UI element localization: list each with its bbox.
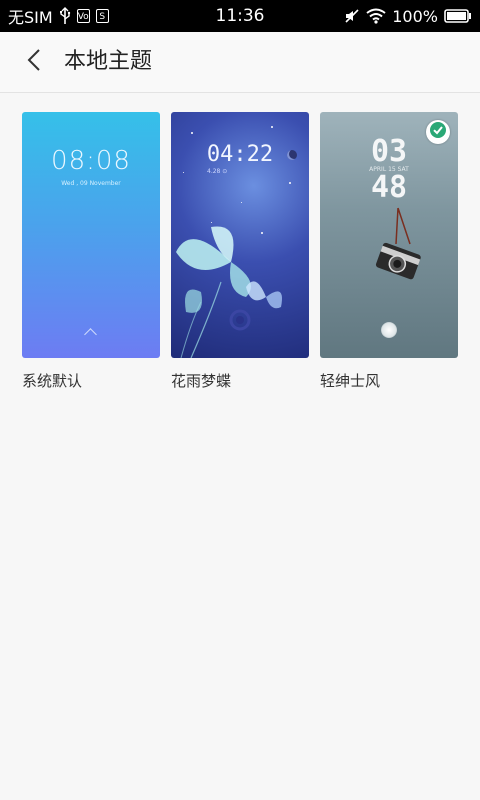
battery-icon bbox=[444, 8, 472, 24]
selected-badge bbox=[426, 120, 450, 144]
theme-card-flower[interactable]: 04:22 4.28 ⊙ 花雨梦蝶 bbox=[171, 112, 309, 390]
theme-label: 轻绅士风 bbox=[320, 372, 381, 390]
preview-clock: 08:08 bbox=[51, 146, 131, 176]
theme-thumbnail[interactable]: 03 APRIL 15 SAT 48 bbox=[320, 112, 458, 358]
mute-icon bbox=[344, 8, 360, 24]
page-title: 本地主题 bbox=[64, 49, 153, 74]
unlock-indicator bbox=[381, 322, 397, 338]
status-bar: 无SIM Vo S 11:36 100% bbox=[0, 0, 480, 32]
check-icon bbox=[430, 122, 446, 142]
theme-label: 花雨梦蝶 bbox=[171, 372, 232, 390]
theme-thumbnail[interactable]: 08:08 Wed , 09 November bbox=[22, 112, 160, 358]
theme-thumbnail[interactable]: 04:22 4.28 ⊙ bbox=[171, 112, 309, 358]
flower-illustration bbox=[176, 226, 282, 358]
theme-card-gentleman[interactable]: 03 APRIL 15 SAT 48 轻绅士风 bbox=[320, 112, 458, 390]
back-button[interactable] bbox=[16, 44, 52, 80]
theme-card-default[interactable]: 08:08 Wed , 09 November 系统默认 bbox=[22, 112, 160, 390]
wifi-icon bbox=[366, 8, 386, 24]
battery-percent: 100% bbox=[392, 6, 438, 26]
preview-date: Wed , 09 November bbox=[61, 180, 121, 187]
theme-label: 系统默认 bbox=[22, 372, 83, 390]
chevron-left-icon bbox=[26, 48, 42, 76]
top-app-bar: 本地主题 bbox=[0, 32, 480, 93]
chevron-up-icon bbox=[84, 328, 97, 341]
